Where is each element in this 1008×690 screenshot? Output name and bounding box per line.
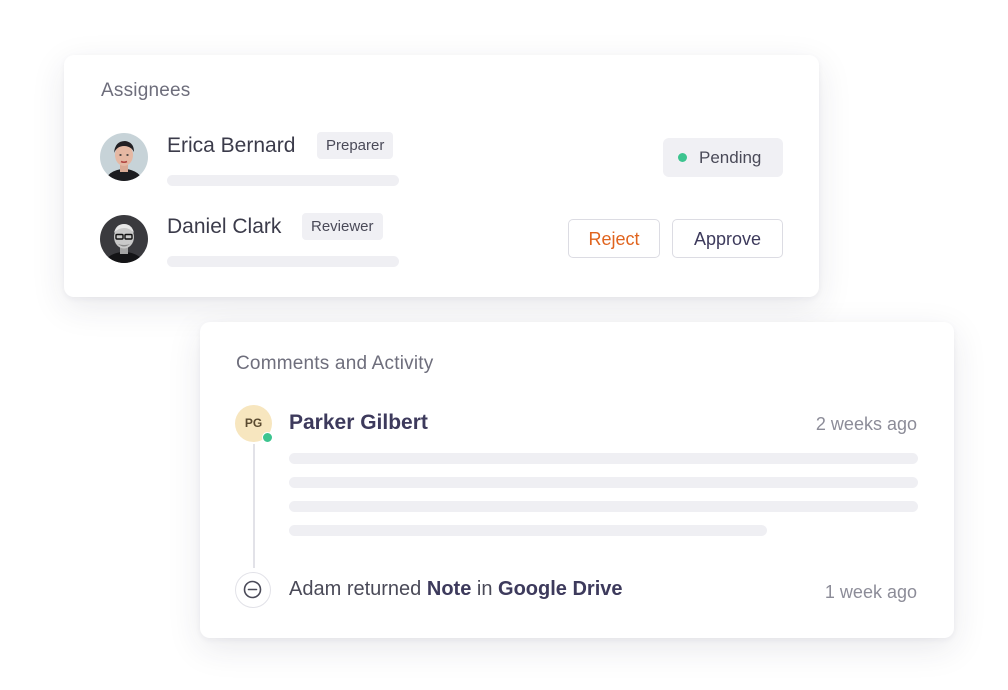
comment-author: Parker Gilbert: [289, 411, 428, 434]
avatar-erica-bernard: [100, 133, 148, 181]
event-object[interactable]: Note: [427, 578, 471, 600]
event-timestamp: 1 week ago: [824, 582, 917, 602]
status-badge: Pending: [663, 138, 783, 177]
activity-event-text: Adam returned Note in Google Drive: [289, 578, 623, 601]
skeleton-line: [289, 477, 918, 488]
avatar-initials: PG: [244, 416, 263, 430]
activity-title: Comments and Activity: [236, 353, 434, 374]
reject-button[interactable]: Reject: [568, 219, 660, 258]
skeleton-line: [289, 525, 767, 536]
skeleton-line: [167, 256, 399, 267]
person-photo-icon: [100, 133, 148, 181]
event-location[interactable]: Google Drive: [498, 578, 622, 600]
avatar: PG: [235, 405, 273, 443]
skeleton-line: [167, 175, 399, 186]
person-photo-icon: [100, 215, 148, 263]
avatar-daniel-clark: [100, 215, 148, 263]
status-dot-icon: [678, 153, 687, 162]
skeleton-line: [289, 453, 918, 464]
activity-card: Comments and Activity PG Parker Gilbert …: [200, 322, 954, 638]
role-badge: Preparer: [317, 132, 394, 159]
skeleton-line: [289, 501, 918, 512]
timeline-connector: [253, 444, 255, 568]
status-label: Pending: [699, 148, 762, 167]
assignees-card: Assignees Erica Bernard Preparer Pending: [64, 55, 819, 297]
event-actor: Adam: [289, 578, 342, 600]
approve-button[interactable]: Approve: [672, 219, 783, 258]
assignees-title: Assignees: [101, 80, 191, 101]
event-verb: returned: [346, 578, 422, 600]
online-status-icon: [262, 432, 273, 443]
role-badge: Reviewer: [302, 213, 383, 240]
comment-timestamp: 2 weeks ago: [815, 414, 917, 434]
minus-circle-icon: [235, 572, 271, 608]
assignee-name: Daniel Clark: [167, 215, 282, 238]
assignee-name: Erica Bernard: [167, 134, 296, 157]
event-preposition: in: [476, 578, 493, 600]
